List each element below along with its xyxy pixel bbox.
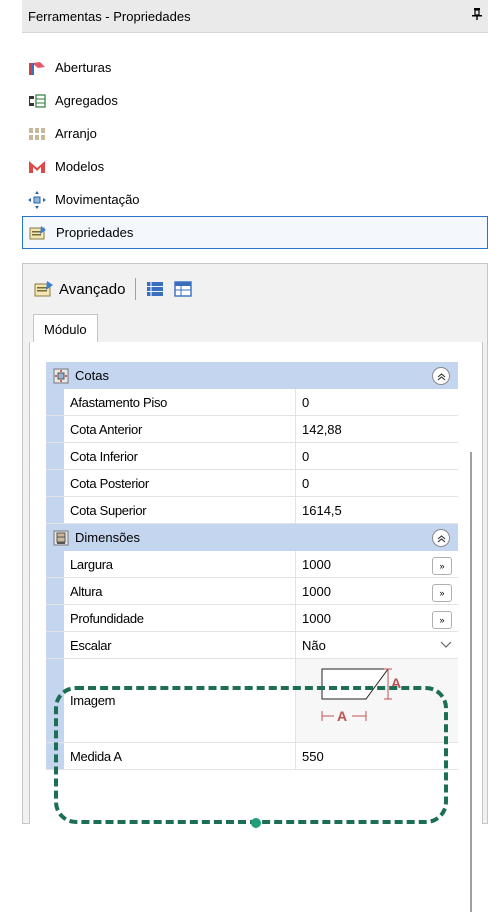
tools-menu: Aberturas Agregados Arranjo Modelos Movi… (22, 51, 488, 249)
property-image-value: A A (296, 659, 458, 742)
panel-toolbar: Avançado (33, 274, 194, 304)
expand-largura-button[interactable]: » (432, 557, 452, 575)
menu-item-label: Modelos (55, 159, 105, 174)
shape-diagram: A A (321, 668, 401, 724)
menu-item-label: Arranjo (55, 126, 97, 141)
property-row: Cota Superior 1614,5 (46, 497, 458, 524)
property-name: Imagem (64, 659, 296, 742)
movimentacao-icon (28, 190, 46, 209)
menu-item-label: Movimentação (55, 192, 140, 207)
property-name: Cota Posterior (64, 470, 296, 496)
panel-title: Ferramentas - Propriedades (28, 8, 191, 24)
menu-item-label: Propriedades (56, 225, 134, 240)
menu-item-movimentacao[interactable]: Movimentação (22, 183, 488, 216)
cotas-icon (52, 367, 70, 385)
property-value[interactable]: 0 (296, 443, 458, 469)
menu-item-label: Aberturas (55, 60, 112, 75)
property-value[interactable]: 1614,5 (296, 497, 458, 523)
chevron-down-icon[interactable] (440, 638, 452, 652)
property-value[interactable]: 0 (296, 389, 458, 415)
categorized-view-icon[interactable] (144, 278, 166, 300)
menu-item-propriedades[interactable]: Propriedades (22, 216, 488, 249)
pin-icon[interactable] (472, 8, 482, 23)
dim-label-vertical: A (391, 675, 401, 691)
category-label: Cotas (75, 368, 109, 383)
property-row: Afastamento Piso 0 (46, 389, 458, 416)
escalar-dropdown[interactable]: Não (296, 632, 458, 658)
property-value-text[interactable]: 1000 (302, 584, 331, 599)
properties-panel: Avançado Módulo Cotas Afastamento Piso 0… (22, 263, 488, 912)
property-value[interactable]: 0 (296, 470, 458, 496)
property-row: Largura 1000 » (46, 551, 458, 578)
property-name: Afastamento Piso (64, 389, 296, 415)
menu-item-label: Agregados (55, 93, 118, 108)
property-value-text[interactable]: 1000 (302, 611, 331, 626)
aberturas-icon (28, 59, 46, 77)
property-name: Altura (64, 578, 296, 604)
expand-altura-button[interactable]: » (432, 584, 452, 602)
property-row: Cota Posterior 0 (46, 470, 458, 497)
property-row-image: Imagem A A (46, 659, 458, 743)
property-row: Cota Anterior 142,88 (46, 416, 458, 443)
property-name: Cota Anterior (64, 416, 296, 442)
expand-profundidade-button[interactable]: » (432, 611, 452, 629)
property-value-text[interactable]: 1000 (302, 557, 331, 572)
highlight-marker (251, 818, 261, 828)
property-grid: Cotas Afastamento Piso 0 Cota Anterior 1… (46, 362, 458, 770)
property-name: Profundidade (64, 605, 296, 631)
dimensoes-icon (52, 529, 70, 547)
propriedades-icon (29, 224, 47, 242)
menu-item-modelos[interactable]: Modelos (22, 150, 488, 183)
panel-title-bar: Ferramentas - Propriedades (22, 0, 488, 33)
dropdown-value[interactable]: Não (302, 638, 326, 653)
property-value[interactable]: 1000 » (296, 605, 458, 631)
property-value[interactable]: 1000 » (296, 578, 458, 604)
tab-modulo[interactable]: Módulo (33, 314, 98, 344)
property-name: Medida A (64, 743, 296, 769)
property-row: Escalar Não (46, 632, 458, 659)
property-row: Altura 1000 » (46, 578, 458, 605)
property-row: Profundidade 1000 » (46, 605, 458, 632)
category-cotas[interactable]: Cotas (46, 362, 458, 389)
property-name: Cota Inferior (64, 443, 296, 469)
collapse-cotas-icon[interactable] (432, 367, 450, 385)
alphabetical-view-icon[interactable] (172, 278, 194, 300)
menu-item-aberturas[interactable]: Aberturas (22, 51, 488, 84)
property-grid-area: Cotas Afastamento Piso 0 Cota Anterior 1… (29, 342, 483, 912)
property-name: Escalar (64, 632, 296, 658)
agregados-icon (28, 92, 46, 110)
property-row: Medida A 550 (46, 743, 458, 770)
modelos-icon (28, 158, 46, 176)
advanced-mode-button[interactable]: Avançado (59, 281, 125, 298)
property-value[interactable]: 1000 » (296, 551, 458, 577)
vertical-scrollbar[interactable] (470, 452, 472, 912)
menu-item-arranjo[interactable]: Arranjo (22, 117, 488, 150)
advanced-mode-icon[interactable] (33, 278, 55, 300)
category-dimensoes[interactable]: Dimensões (46, 524, 458, 551)
property-value[interactable]: 550 (296, 743, 458, 769)
collapse-dimensoes-icon[interactable] (432, 529, 450, 547)
property-row: Cota Inferior 0 (46, 443, 458, 470)
property-value[interactable]: 142,88 (296, 416, 458, 442)
menu-item-agregados[interactable]: Agregados (22, 84, 488, 117)
dim-label-horizontal: A (337, 708, 347, 724)
arranjo-icon (28, 125, 46, 143)
panel-tabbar: Módulo (29, 312, 481, 344)
category-label: Dimensões (75, 530, 141, 545)
toolbar-separator (135, 278, 137, 300)
property-name: Cota Superior (64, 497, 296, 523)
property-name: Largura (64, 551, 296, 577)
